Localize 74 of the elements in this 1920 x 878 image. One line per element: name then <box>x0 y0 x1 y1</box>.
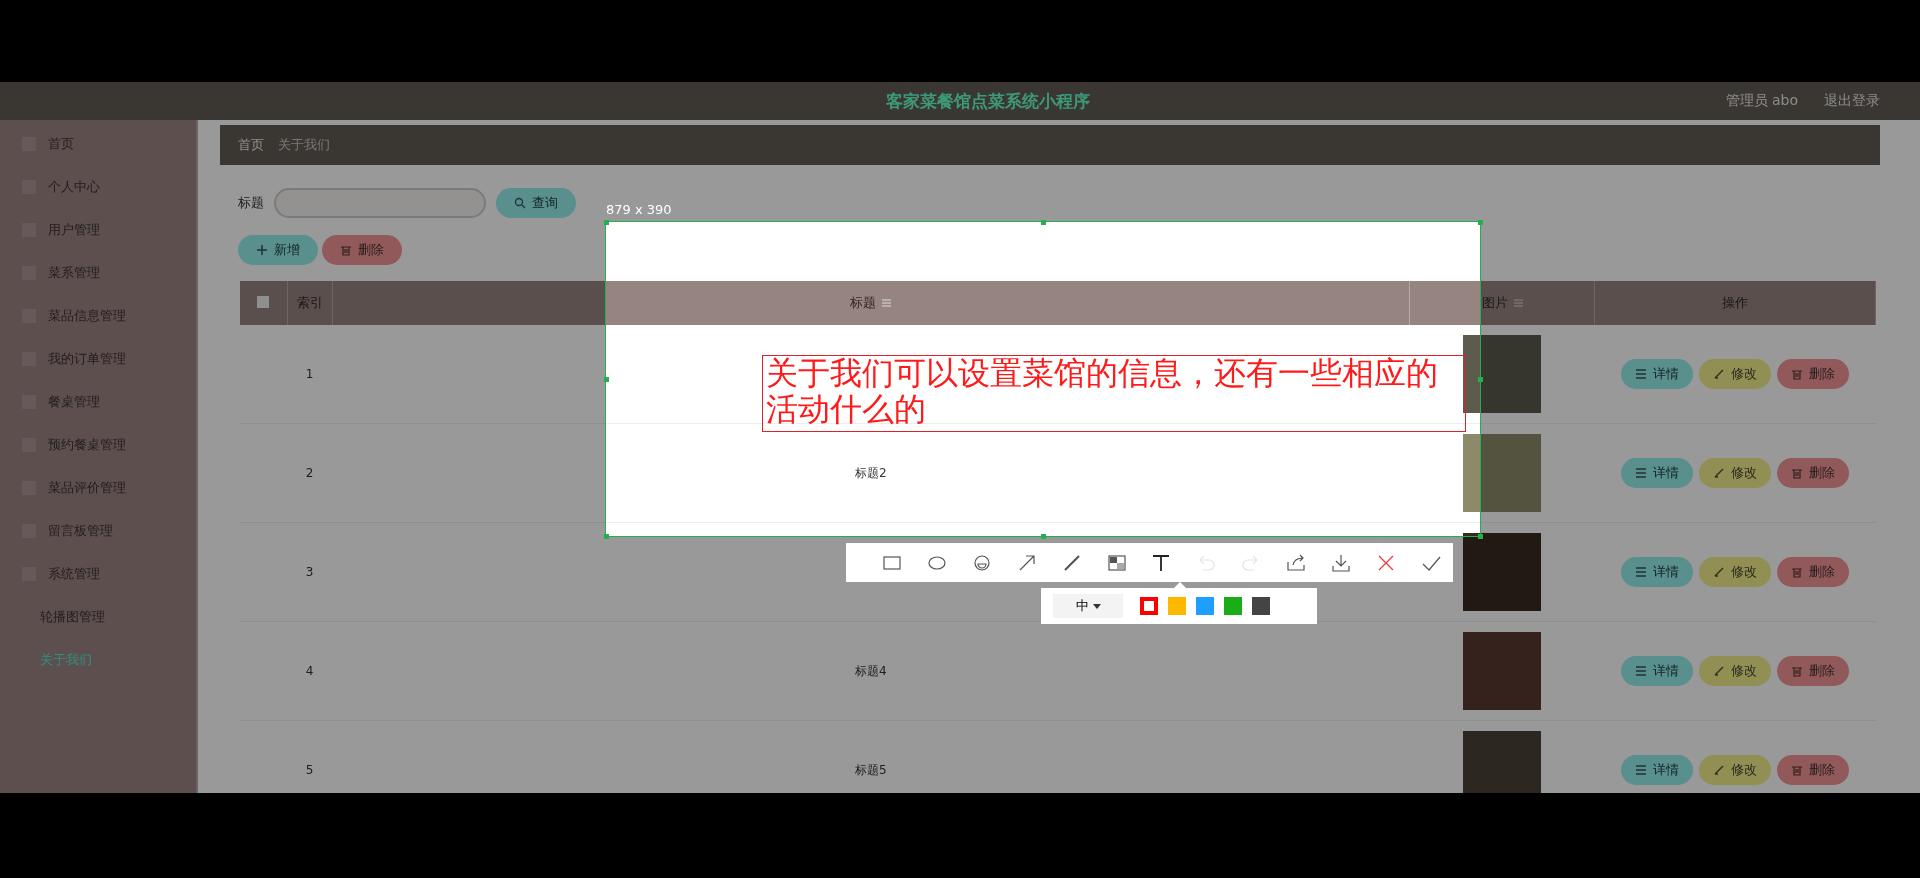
color-swatch[interactable] <box>1252 597 1270 615</box>
trash-icon <box>1791 467 1803 479</box>
delete-button[interactable]: 删除 <box>1777 458 1849 488</box>
resize-handle[interactable] <box>604 220 609 225</box>
delete-button[interactable]: 删除 <box>1777 359 1849 389</box>
app-title: 客家菜餐馆点菜系统小程序 <box>884 89 1091 113</box>
color-swatch[interactable] <box>1140 597 1158 615</box>
index-cell: 2 <box>305 466 314 480</box>
pencil-icon <box>1713 467 1725 479</box>
index-cell: 5 <box>305 763 314 777</box>
detail-button[interactable]: 详情 <box>1621 557 1693 587</box>
breadcrumb-item[interactable]: 首页 <box>238 136 264 154</box>
search-icon <box>514 197 526 209</box>
logout-link[interactable]: 退出登录 <box>1824 92 1880 110</box>
resize-handle[interactable] <box>1041 220 1046 225</box>
list-icon <box>1635 566 1647 578</box>
list-icon <box>1635 665 1647 677</box>
pencil-icon <box>1713 368 1725 380</box>
index-cell: 4 <box>305 664 314 678</box>
title-cell: 标题2 <box>854 465 887 480</box>
column-header: 标题 <box>850 294 877 312</box>
breadcrumb-item[interactable]: 关于我们 <box>278 136 330 154</box>
search-label: 标题 <box>238 194 264 212</box>
delete-button[interactable]: 删除 <box>322 235 402 265</box>
trash-icon <box>1791 665 1803 677</box>
resize-handle[interactable] <box>1041 534 1046 539</box>
list-icon <box>1635 764 1647 776</box>
title-cell: 标题5 <box>854 762 887 777</box>
edit-button[interactable]: 修改 <box>1699 656 1771 686</box>
resize-handle[interactable] <box>604 377 609 382</box>
edit-button[interactable]: 修改 <box>1699 755 1771 785</box>
search-field[interactable] <box>274 188 486 218</box>
sort-icon[interactable] <box>1513 299 1523 307</box>
column-header: 图片 <box>1481 294 1508 312</box>
resize-handle[interactable] <box>604 534 609 539</box>
trash-icon <box>1791 566 1803 578</box>
detail-button[interactable]: 详情 <box>1621 656 1693 686</box>
trash-icon <box>1791 764 1803 776</box>
pencil-icon <box>1713 566 1725 578</box>
plus-icon <box>256 244 268 256</box>
detail-button[interactable]: 详情 <box>1621 458 1693 488</box>
trash-icon <box>340 244 352 256</box>
delete-button[interactable]: 删除 <box>1777 557 1849 587</box>
detail-button[interactable]: 详情 <box>1621 755 1693 785</box>
resize-handle[interactable] <box>1478 220 1483 225</box>
font-size-dropdown[interactable]: 中 <box>1053 594 1123 618</box>
list-icon <box>1635 368 1647 380</box>
edit-button[interactable]: 修改 <box>1699 359 1771 389</box>
delete-button[interactable]: 删除 <box>1777 755 1849 785</box>
list-icon <box>1635 467 1647 479</box>
color-swatch[interactable] <box>1168 597 1186 615</box>
detail-button[interactable]: 详情 <box>1621 359 1693 389</box>
checkbox[interactable] <box>257 295 270 308</box>
user-name: 管理员 abo <box>1725 92 1798 110</box>
index-cell: 3 <box>305 565 314 579</box>
resize-handle[interactable] <box>1478 377 1483 382</box>
column-header: 索引 <box>296 294 323 312</box>
size-label: 879 x 390 <box>606 202 672 217</box>
pencil-icon <box>1713 665 1725 677</box>
search-button[interactable]: 查询 <box>496 188 576 218</box>
sort-icon[interactable] <box>882 299 892 307</box>
color-swatch[interactable] <box>1224 597 1242 615</box>
add-button[interactable]: 新增 <box>238 235 318 265</box>
edit-button[interactable]: 修改 <box>1699 458 1771 488</box>
pencil-icon <box>1713 764 1725 776</box>
title-cell: 标题4 <box>854 663 887 678</box>
edit-button[interactable]: 修改 <box>1699 557 1771 587</box>
resize-handle[interactable] <box>1478 534 1483 539</box>
text-annotation[interactable]: 关于我们可以设置菜馆的信息，还有一些相应的活动什么的 <box>762 355 1466 432</box>
color-swatch[interactable] <box>1196 597 1214 615</box>
trash-icon <box>1791 368 1803 380</box>
delete-button[interactable]: 删除 <box>1777 656 1849 686</box>
caret-icon <box>1092 603 1101 609</box>
index-cell: 1 <box>305 367 314 381</box>
